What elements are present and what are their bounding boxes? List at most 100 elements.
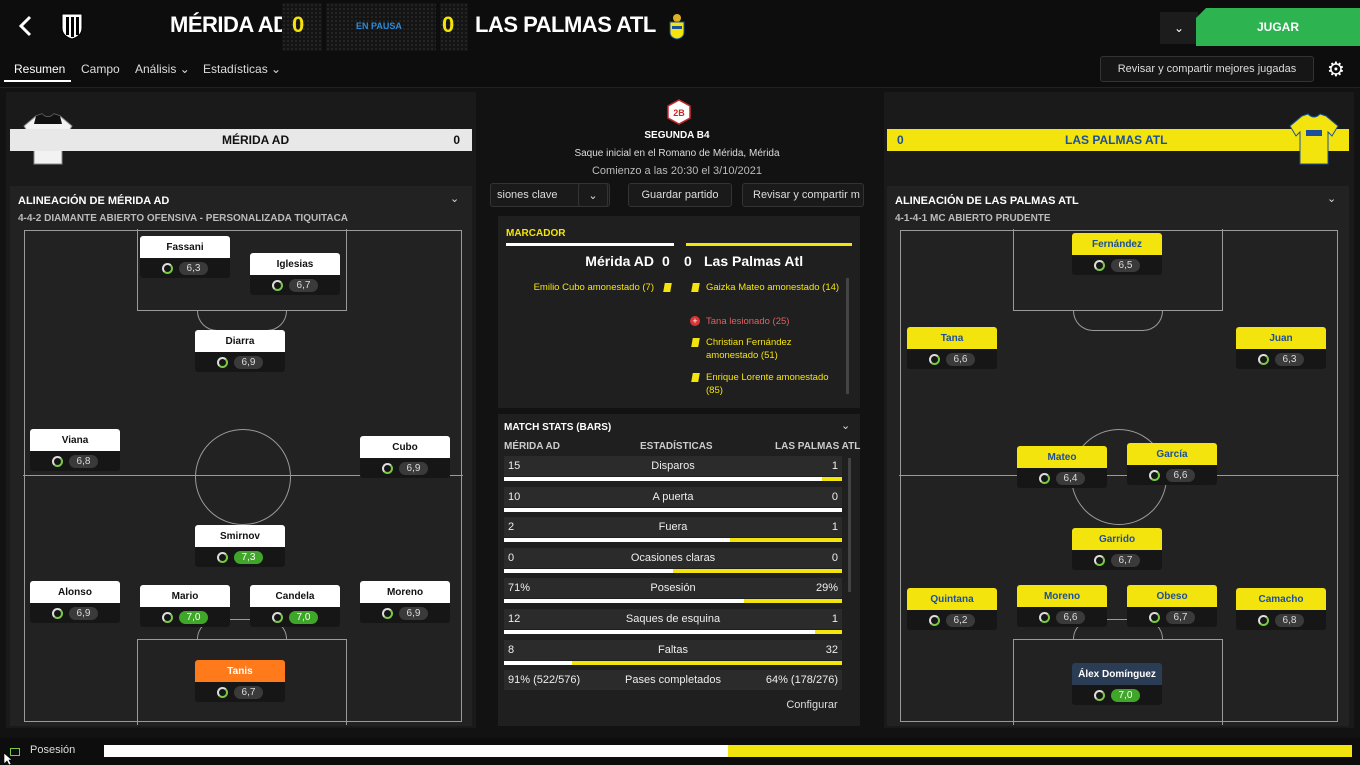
away-player-card[interactable]: Moreno 6,6	[1017, 585, 1107, 627]
play-options-dropdown[interactable]: ⌄	[1160, 12, 1198, 44]
player-rating-row: 6,8	[30, 451, 120, 471]
away-player-card[interactable]: Camacho 6,8	[1236, 588, 1326, 630]
player-name: Tana	[907, 327, 997, 349]
player-rating: 7,0	[288, 610, 319, 624]
condition-icon	[271, 611, 283, 623]
configure-button[interactable]: Configurar	[772, 693, 852, 717]
chevron-down-icon: ⌄	[1173, 21, 1185, 35]
away-player-card[interactable]: Juan 6,3	[1236, 327, 1326, 369]
stat-label: Posesión	[650, 582, 696, 595]
player-name: Alonso	[30, 581, 120, 603]
away-lineup-title: ALINEACIÓN DE LAS PALMAS ATL	[895, 195, 1079, 207]
away-player-card[interactable]: Tana 6,6	[907, 327, 997, 369]
home-player-card[interactable]: Cubo 6,9	[360, 436, 450, 478]
away-player-card[interactable]: Obeso 6,7	[1127, 585, 1217, 627]
stat-bar-home	[504, 477, 822, 481]
back-arrow-icon[interactable]	[14, 14, 38, 38]
condition-icon	[271, 279, 283, 291]
home-player-card[interactable]: Candela 7,0	[250, 585, 340, 627]
player-rating: 6,3	[178, 261, 209, 275]
stat-bar	[504, 630, 842, 634]
home-player-card[interactable]: Mario 7,0	[140, 585, 230, 627]
away-player-card[interactable]: Fernández 6,5	[1072, 233, 1162, 275]
player-rating: 6,8	[68, 454, 99, 468]
stat-away-value: 0	[831, 551, 838, 564]
chevron-down-icon[interactable]: ⌄	[841, 419, 850, 432]
player-rating-row: 6,3	[140, 258, 230, 278]
player-rating: 6,9	[398, 606, 429, 620]
away-event: Christian Fernández amonestado (51)	[706, 337, 792, 361]
stat-label: Saques de esquina	[625, 613, 721, 625]
chevron-down-icon: ⌄	[179, 62, 190, 76]
tab-analisis[interactable]: Análisis ⌄	[135, 62, 190, 76]
condition-icon	[161, 611, 173, 623]
stat-bar	[504, 568, 842, 573]
stats-col-home: MÉRIDA AD	[504, 441, 560, 452]
possession-bar-home	[104, 745, 728, 757]
away-player-card[interactable]: Mateo 6,4	[1017, 446, 1107, 488]
stat-row: 15 Disparos 1	[504, 456, 842, 476]
home-player-card[interactable]: Tanis 6,7	[195, 660, 285, 702]
away-player-card[interactable]: García 6,6	[1127, 443, 1217, 485]
home-player-card[interactable]: Viana 6,8	[30, 429, 120, 471]
stat-row: 71% Posesión 29%	[504, 578, 842, 599]
stat-away-value: 64% (178/276)	[765, 674, 838, 687]
stats-scrollbar[interactable]	[848, 458, 851, 592]
stat-row: 8 Faltas 32	[504, 639, 842, 660]
stat-row: 2 Fuera 1	[504, 517, 842, 538]
home-player-card[interactable]: Moreno 6,9	[360, 581, 450, 623]
key-chances-chevron[interactable]: ⌄	[578, 183, 608, 207]
player-rating: 6,7	[233, 685, 264, 699]
away-player-card[interactable]: Álex Domínguez 7,0	[1072, 663, 1162, 705]
player-rating: 6,6	[945, 352, 976, 366]
condition-icon	[216, 686, 228, 698]
away-pitch	[899, 229, 1339, 725]
condition-icon	[1093, 259, 1105, 271]
home-player-card[interactable]: Diarra 6,9	[195, 330, 285, 372]
stat-label: Disparos	[651, 460, 695, 472]
competition-logo-icon: 2B	[667, 99, 691, 125]
condition-icon	[928, 353, 940, 365]
player-rating: 6,8	[1274, 613, 1305, 627]
player-rating: 6,9	[68, 606, 99, 620]
chevron-down-icon[interactable]: ⌄	[450, 192, 459, 205]
condition-icon	[51, 455, 63, 467]
home-player-card[interactable]: Iglesias 6,7	[250, 253, 340, 295]
player-rating-row: 6,8	[1236, 610, 1326, 630]
away-player-card[interactable]: Quintana 6,2	[907, 588, 997, 630]
chevron-down-icon[interactable]: ⌄	[1327, 192, 1336, 205]
save-match-button[interactable]: Guardar partido	[628, 183, 732, 207]
home-player-card[interactable]: Smirnov 7,3	[195, 525, 285, 567]
player-rating-row: 6,2	[907, 610, 997, 630]
play-button[interactable]: JUGAR	[1196, 8, 1360, 46]
tab-estadisticas[interactable]: Estadísticas ⌄	[203, 62, 281, 76]
events-scrollbar[interactable]	[846, 278, 849, 394]
condition-icon	[1093, 689, 1105, 701]
condition-icon	[161, 262, 173, 274]
player-name: Garrido	[1072, 528, 1162, 550]
player-rating: 6,7	[288, 278, 319, 292]
player-rating: 6,3	[1274, 352, 1305, 366]
share-highlights-button[interactable]: Revisar y compartir mejores jugadas	[1100, 56, 1314, 82]
review-share-button[interactable]: Revisar y compartir m	[742, 183, 864, 207]
condition-icon	[1148, 611, 1160, 623]
home-player-card[interactable]: Fassani 6,3	[140, 236, 230, 278]
stat-row: 0 Ocasiones claras 0	[504, 547, 842, 568]
gear-icon[interactable]: ⚙	[1322, 56, 1350, 82]
tab-campo[interactable]: Campo	[81, 62, 120, 76]
stat-away-value: 29%	[815, 582, 838, 595]
active-tab-underline	[4, 80, 71, 82]
home-player-card[interactable]: Alonso 6,9	[30, 581, 120, 623]
stat-away-value: 0	[831, 490, 838, 503]
player-name: Álex Domínguez	[1072, 663, 1162, 685]
stat-bar-home	[504, 630, 815, 634]
condition-icon	[51, 607, 63, 619]
chevron-down-icon: ⌄	[588, 189, 598, 202]
kickoff-text: Comienzo a las 20:30 el 3/10/2021	[591, 165, 762, 177]
stat-bar-home	[504, 538, 731, 543]
tab-resumen[interactable]: Resumen	[14, 62, 65, 76]
player-rating: 6,4	[1055, 471, 1086, 485]
away-color-stripe	[686, 243, 852, 246]
condition-icon	[1257, 614, 1269, 626]
away-player-card[interactable]: Garrido 6,7	[1072, 528, 1162, 570]
